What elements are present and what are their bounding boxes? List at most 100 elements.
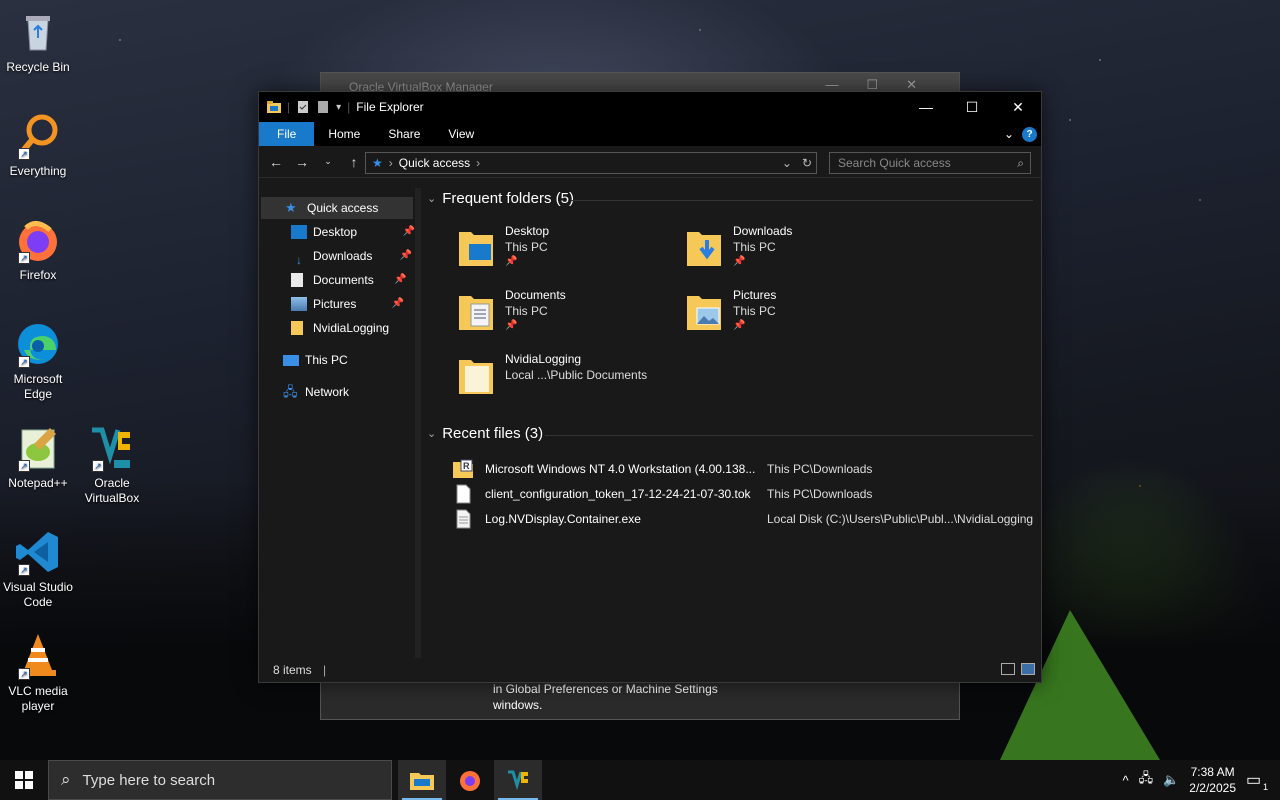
desktop-icon-label: Visual Studio Code: [3, 580, 73, 609]
nav-item-network[interactable]: 🖧 Network: [283, 381, 349, 403]
frequent-folder-pictures[interactable]: Pictures This PC 📌: [687, 288, 907, 344]
file-explorer-window[interactable]: | ▾ | File Explorer — ☐ ✕ File Home Shar…: [258, 91, 1042, 683]
pin-icon: 📌: [391, 298, 405, 309]
section-divider: [571, 200, 1033, 201]
search-input[interactable]: Search Quick access ⌕: [829, 152, 1031, 174]
network-status-icon[interactable]: 🖧: [1139, 769, 1154, 791]
large-icons-view-icon[interactable]: [1021, 663, 1035, 675]
collapse-chevron-icon[interactable]: ⌄: [427, 427, 436, 440]
nav-item-desktop[interactable]: Desktop 📌: [291, 221, 415, 243]
explorer-titlebar[interactable]: | ▾ | File Explorer — ☐ ✕: [259, 92, 1041, 122]
nav-item-quick-access[interactable]: ★ Quick access: [285, 197, 378, 219]
tab-home[interactable]: Home: [314, 122, 374, 146]
nav-item-documents[interactable]: Documents 📌: [291, 269, 407, 291]
nav-item-nvidialogging[interactable]: NvidiaLogging: [291, 317, 389, 339]
nav-item-label: This PC: [305, 353, 348, 367]
firefox-icon: [460, 771, 480, 791]
folder-location: This PC: [733, 304, 776, 318]
virtualbox-icon: [508, 770, 528, 791]
back-arrow-icon[interactable]: ←: [267, 154, 285, 170]
customize-toolbar-chevron-icon[interactable]: ▾: [336, 102, 341, 113]
taskbar-firefox[interactable]: [446, 760, 494, 800]
desktop-icon-label: Oracle VirtualBox: [84, 476, 140, 505]
desktop-icon-everything[interactable]: ↗ Everything: [0, 112, 76, 179]
pin-icon: 📌: [733, 256, 746, 267]
frequent-folder-desktop[interactable]: Desktop This PC 📌: [459, 224, 679, 280]
recent-locations-chevron-icon[interactable]: ⌄: [319, 156, 337, 167]
pin-icon: 📌: [399, 250, 413, 261]
nav-item-label: Network: [305, 385, 350, 399]
recent-files-header[interactable]: ⌄ Recent files (3): [427, 425, 543, 442]
breadcrumb-separator-icon[interactable]: ›: [476, 156, 480, 170]
nav-item-downloads[interactable]: ↓ Downloads 📌: [291, 245, 412, 267]
tab-file[interactable]: File: [259, 122, 315, 146]
nav-item-pictures[interactable]: Pictures 📌: [291, 293, 404, 315]
close-button[interactable]: ✕: [995, 92, 1041, 122]
properties-icon[interactable]: [296, 100, 310, 114]
section-title: Recent files (3): [442, 425, 544, 442]
action-center-icon[interactable]: ▭ 1: [1246, 770, 1268, 792]
tab-share[interactable]: Share: [374, 122, 434, 146]
item-count: 8 items: [273, 663, 312, 677]
address-history-chevron-icon[interactable]: ⌄: [782, 156, 792, 170]
pin-icon: 📌: [505, 320, 518, 331]
show-hidden-icons-chevron-icon[interactable]: ^: [1122, 773, 1128, 788]
recent-file-row[interactable]: client_configuration_token_17-12-24-21-0…: [453, 482, 1043, 506]
folder-name: Pictures: [733, 288, 777, 302]
desktop-icon-notepadpp[interactable]: ↗ Notepad++: [0, 424, 76, 491]
clock[interactable]: 7:38 AM 2/2/2025: [1189, 764, 1236, 796]
expand-ribbon-chevron-icon[interactable]: ⌄: [1004, 127, 1014, 141]
start-button[interactable]: [0, 760, 48, 800]
new-folder-icon[interactable]: [316, 100, 330, 114]
breadcrumb-quick-access[interactable]: Quick access: [399, 156, 470, 170]
up-arrow-icon[interactable]: ↑: [345, 154, 363, 170]
frequent-folders-header[interactable]: ⌄ Frequent folders (5): [427, 190, 574, 207]
collapse-chevron-icon[interactable]: ⌄: [427, 192, 436, 205]
refresh-icon[interactable]: ↻: [802, 156, 812, 170]
clock-time: 7:38 AM: [1190, 765, 1235, 779]
desktop-icon-vlc[interactable]: ↗ VLC media player: [0, 632, 76, 714]
shortcut-arrow-icon: ↗: [18, 356, 30, 368]
quick-access-star-icon: ★: [372, 156, 383, 170]
text-file-icon: [456, 509, 471, 529]
desktop-icon-vscode[interactable]: ↗ Visual Studio Code: [0, 528, 76, 610]
forward-arrow-icon[interactable]: →: [293, 154, 311, 170]
tab-view[interactable]: View: [434, 122, 488, 146]
address-bar[interactable]: ★ › Quick access › ⌄ ↻: [365, 152, 817, 174]
ribbon-tabs: File Home Share View ⌄ ?: [259, 122, 1041, 146]
virtualbox-message: in Global Preferences or Machine Setting…: [493, 681, 793, 713]
frequent-folder-nvidialogging[interactable]: NvidiaLogging Local ...\Public Documents: [459, 352, 739, 408]
volume-muted-icon[interactable]: 🔈: [1163, 772, 1179, 788]
taskbar-virtualbox[interactable]: [494, 760, 542, 800]
file-name: client_configuration_token_17-12-24-21-0…: [485, 487, 751, 501]
desktop-icon-recycle-bin[interactable]: Recycle Bin: [0, 8, 76, 75]
breadcrumb-separator-icon[interactable]: ›: [389, 156, 393, 170]
frequent-folder-documents[interactable]: Documents This PC 📌: [459, 288, 679, 344]
help-icon[interactable]: ?: [1022, 126, 1037, 142]
section-title: Frequent folders (5): [442, 190, 574, 207]
desktop-icon-edge[interactable]: ↗ Microsoft Edge: [0, 320, 76, 402]
taskbar: ⌕ Type here to search ^ 🖧 🔈 7:38 AM 2/2/…: [0, 760, 1280, 800]
nav-item-label: NvidiaLogging: [313, 321, 390, 335]
desktop-icon-label: Firefox: [19, 268, 57, 282]
desktop-icon-virtualbox[interactable]: ↗ Oracle VirtualBox: [74, 424, 150, 506]
pin-icon: 📌: [402, 226, 416, 237]
documents-folder-icon: [459, 296, 493, 330]
nav-item-this-pc[interactable]: This PC: [283, 349, 348, 371]
details-view-icon[interactable]: [1001, 663, 1015, 675]
taskbar-search-input[interactable]: ⌕ Type here to search: [48, 760, 392, 800]
frequent-folder-downloads[interactable]: Downloads This PC 📌: [687, 224, 907, 280]
folder-name: Downloads: [733, 224, 793, 238]
desktop-icon-firefox[interactable]: ↗ Firefox: [0, 216, 76, 283]
maximize-button[interactable]: ☐: [949, 92, 995, 122]
search-placeholder: Search Quick access: [838, 156, 951, 170]
search-icon: ⌕: [61, 770, 71, 789]
recent-file-row[interactable]: R Microsoft Windows NT 4.0 Workstation (…: [453, 457, 1043, 481]
minimize-button[interactable]: —: [903, 92, 949, 122]
recent-file-row[interactable]: Log.NVDisplay.Container.exe Local Disk (…: [453, 507, 1043, 531]
downloads-folder-icon: [687, 232, 721, 266]
taskbar-file-explorer[interactable]: [398, 760, 446, 800]
navigation-pane: ★ Quick access Desktop 📌 ↓ Downloads 📌 D…: [259, 188, 415, 658]
status-separator: |: [323, 663, 327, 677]
file-location: This PC\Downloads: [767, 487, 873, 501]
